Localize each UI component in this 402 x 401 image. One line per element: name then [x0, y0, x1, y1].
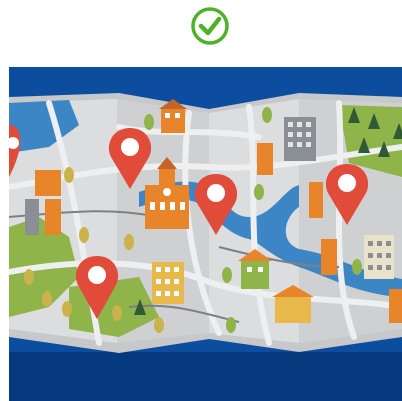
- folded-map-paper: [9, 93, 402, 353]
- check-circle-icon: [191, 7, 229, 45]
- city-map-illustration: [9, 67, 402, 401]
